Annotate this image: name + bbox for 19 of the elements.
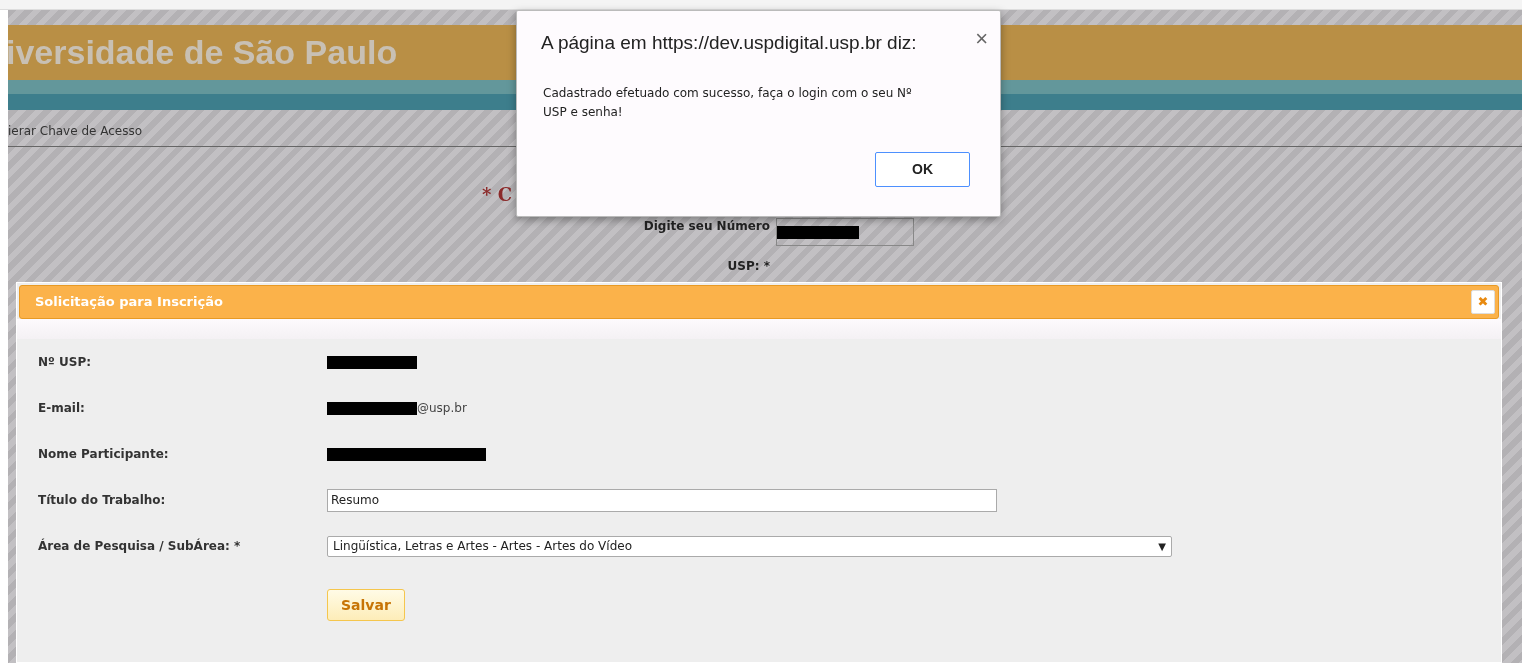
section-heading: * C <box>482 184 512 205</box>
field-label: Nome Participante: <box>38 446 170 463</box>
ok-button[interactable]: OK <box>875 152 970 187</box>
email-domain: @usp.br <box>417 400 467 417</box>
alert-message: Cadastrado efetuado com sucesso, faça o login com o seu Nº USP e senha! <box>542 84 913 121</box>
modal-title: Solicitação para Inscrição <box>35 293 223 312</box>
field-label: E-mail: <box>38 400 86 417</box>
nav-link[interactable]: ierar Chave de Acesso <box>8 122 143 140</box>
field-label: Título do Trabalho: <box>38 492 167 509</box>
close-button[interactable]: × <box>975 29 988 49</box>
field-label: Nº USP: <box>38 354 92 371</box>
save-button[interactable]: Salvar <box>327 589 405 621</box>
alert-title: A página em https://dev.uspdigital.usp.br diz: <box>541 31 917 55</box>
area-select[interactable]: Lingüística, Letras e Artes - Artes - Artes do Vídeo ▼ <box>327 535 1172 557</box>
usp-number-field[interactable] <box>776 218 914 246</box>
banner-title: iversidade de São Paulo <box>6 32 398 73</box>
usp-number-label: Digite seu Número USP: * <box>642 218 770 275</box>
title-field[interactable]: Resumo <box>327 488 997 512</box>
field-label: Área de Pesquisa / SubÁrea: * <box>38 537 242 555</box>
